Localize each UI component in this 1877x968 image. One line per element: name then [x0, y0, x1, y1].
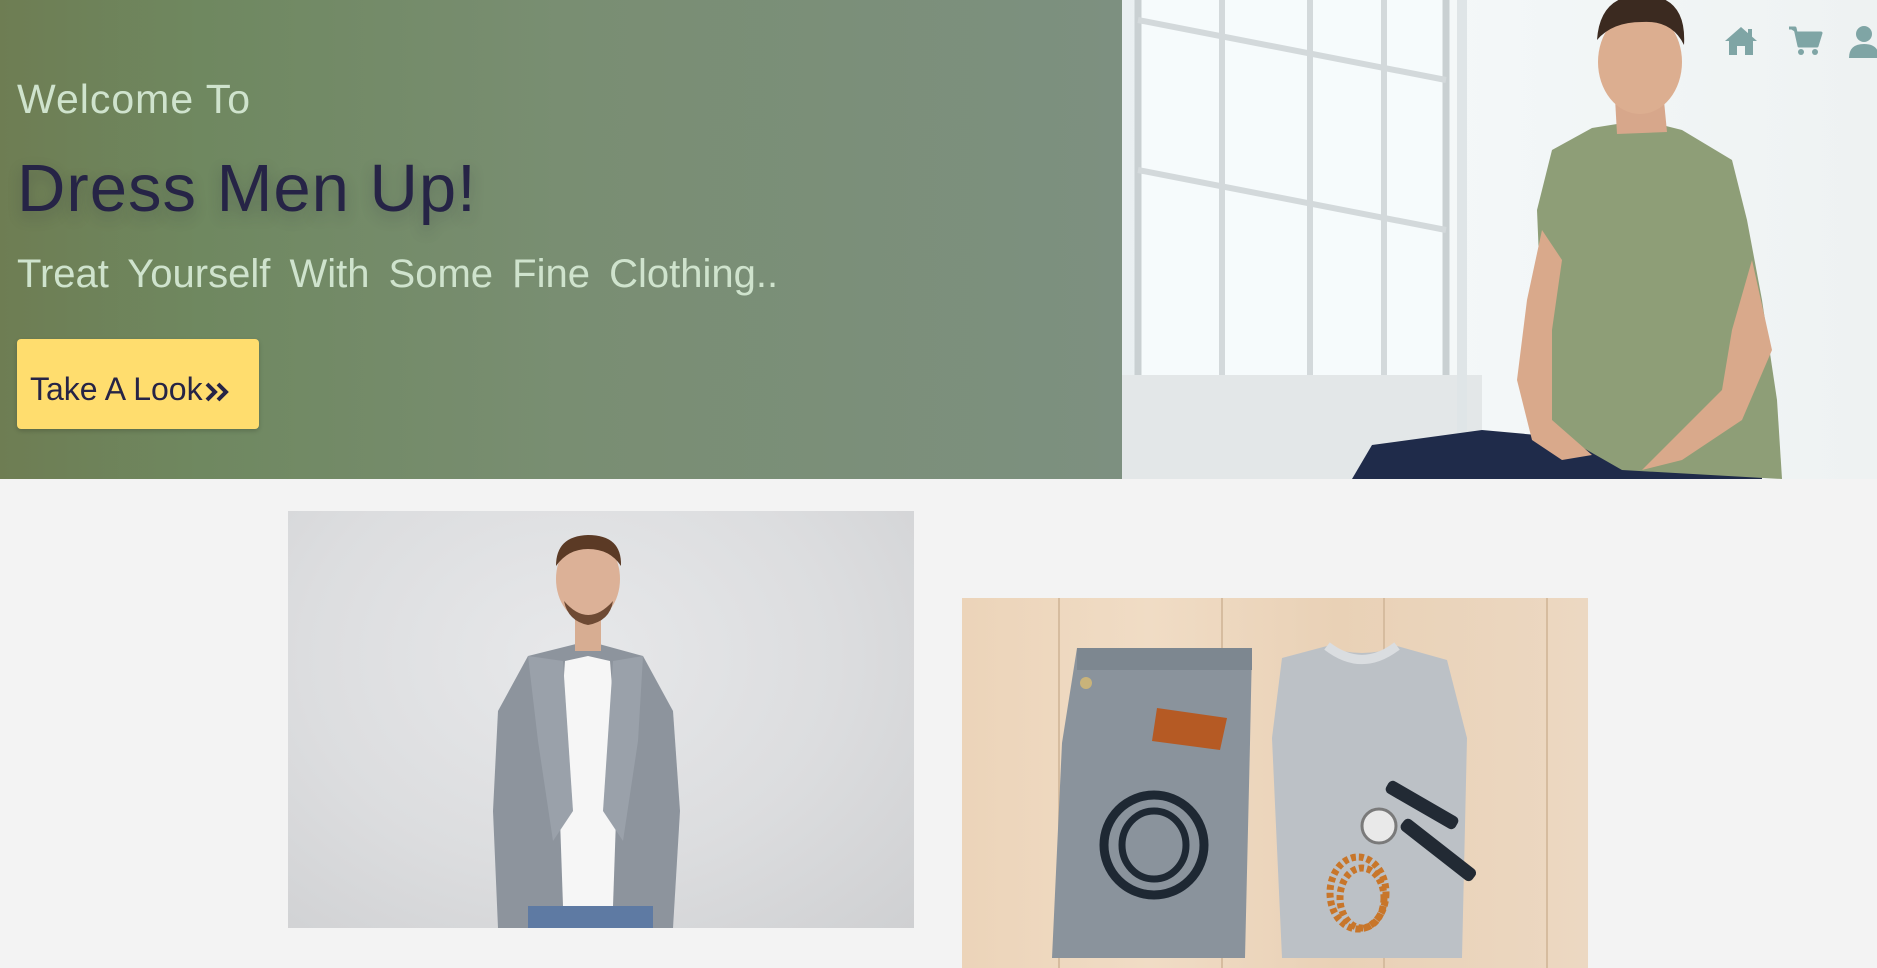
hero-banner: Welcome To Dress Men Up! Treat Yourself … [0, 0, 1877, 479]
take-a-look-button[interactable]: Take A Look [17, 339, 259, 429]
take-a-look-label: Take A Look [30, 371, 203, 408]
tagline: Treat Yourself With Some Fine Clothing.. [17, 252, 779, 296]
blazer-model-image[interactable] [288, 511, 914, 928]
welcome-heading: Welcome To [17, 76, 252, 122]
outfit-flatlay-image[interactable] [962, 598, 1588, 968]
home-icon[interactable] [1723, 24, 1759, 63]
double-chevron-right-icon [205, 374, 231, 411]
cart-icon[interactable] [1787, 24, 1823, 63]
top-nav [1697, 24, 1877, 64]
hero-model-photo [1122, 0, 1877, 479]
user-icon[interactable] [1847, 24, 1877, 65]
hero-gradient-panel: Welcome To Dress Men Up! Treat Yourself … [0, 0, 1122, 479]
brand-title: Dress Men Up! [17, 151, 477, 226]
